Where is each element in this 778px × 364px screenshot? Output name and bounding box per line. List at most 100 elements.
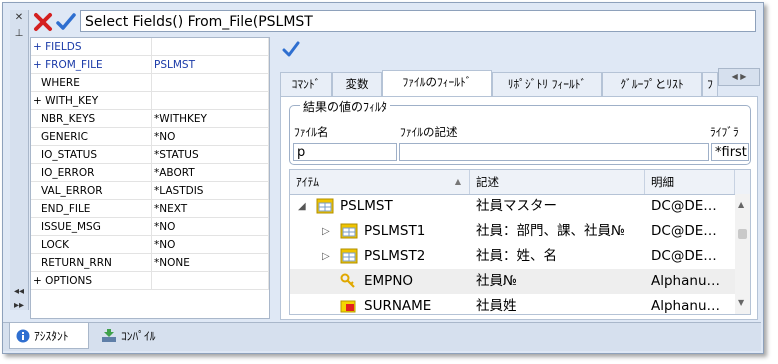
red-x-icon	[34, 13, 52, 31]
item-name: EMPNO	[364, 273, 414, 289]
property-row[interactable]: IO_STATUS *STATUS	[31, 145, 269, 164]
property-value[interactable]	[151, 73, 269, 92]
property-value[interactable]: *NO	[151, 217, 269, 236]
tab-variables[interactable]: 変数	[332, 72, 382, 96]
item-description: 社員№	[476, 273, 518, 289]
info-icon	[16, 329, 30, 343]
property-key: ISSUE_MSG	[31, 217, 152, 236]
filter-legend: 結果の値のﾌｨﾙﾀ	[300, 98, 391, 115]
tab-assistant[interactable]: ｱｼｽﾀﾝﾄ	[9, 323, 89, 349]
column-item[interactable]: ｱｲﾃﾑ ▲	[290, 170, 470, 194]
compile-icon	[102, 329, 116, 342]
property-row[interactable]: ISSUE_MSG *NO	[31, 217, 269, 236]
property-row[interactable]: RETURN_RRN *NONE	[31, 253, 269, 272]
scroll-down-icon[interactable]: ▼	[738, 298, 744, 307]
file-fields-panel: 結果の値のﾌｨﾙﾀ ﾌｧｲﾙ名 ﾌｧｲﾙの記述 ﾗｲﾌﾞﾗ p *first ｱ…	[280, 96, 758, 320]
list-header: ｱｲﾃﾑ ▲ 記述 明細	[290, 170, 750, 195]
property-key: + WITH_KEY	[31, 91, 152, 110]
property-key: RETURN_RRN	[31, 253, 152, 272]
property-value[interactable]: *LASTDIS	[151, 181, 269, 200]
item-detail: Alphanu…	[651, 298, 720, 314]
property-value[interactable]: *WITHKEY	[151, 109, 269, 128]
property-value[interactable]: *ABORT	[151, 163, 269, 182]
library-label: ﾗｲﾌﾞﾗ	[710, 125, 739, 139]
property-value[interactable]	[151, 271, 269, 290]
scroll-thumb[interactable]	[738, 229, 747, 239]
tab-strip: ｺﾏﾝﾄﾞ 変数 ﾌｧｲﾙのﾌｨｰﾙﾄﾞ ﾘﾎﾟｼﾞﾄﾘ ﾌｨｰﾙﾄﾞ ｸﾞﾙｰ…	[280, 70, 758, 96]
close-pane-icon[interactable]: ✕	[13, 12, 25, 24]
property-grid: + FIELDS + FROM_FILE PSLMST WHERE + WITH_KEY…	[30, 37, 270, 319]
property-key: END_FILE	[31, 199, 152, 218]
pin-icon[interactable]: ⊥	[13, 28, 25, 40]
property-value[interactable]: *NEXT	[151, 199, 269, 218]
property-row[interactable]: VAL_ERROR *LASTDIS	[31, 181, 269, 200]
property-value[interactable]	[151, 91, 269, 110]
property-value[interactable]: *NO	[151, 127, 269, 146]
property-row[interactable]: LOCK *NO	[31, 235, 269, 254]
library-field[interactable]: *first	[711, 143, 749, 161]
property-value[interactable]: PSLMST	[151, 55, 269, 74]
property-row[interactable]: + FIELDS	[31, 38, 269, 56]
tab-compile[interactable]: ｺﾝﾊﾟｲﾙ	[97, 323, 177, 349]
command-input[interactable]: Select Fields() From_File(PSLMST	[80, 10, 756, 32]
side-toolbar: ✕ ⊥ ◂◂ ▸▸	[10, 10, 29, 312]
property-row[interactable]: WHERE	[31, 73, 269, 92]
cancel-button[interactable]	[33, 12, 53, 32]
item-detail: DC@DE…	[651, 223, 717, 239]
list-item[interactable]: SURNAME 社員姓 Alphanu…	[290, 294, 735, 314]
item-description: 社員姓	[476, 298, 517, 314]
scroll-up-icon[interactable]: ▲	[738, 200, 744, 209]
property-key: + OPTIONS	[31, 271, 152, 290]
list-item[interactable]: ▷ PSLMST1 社員：部門、課、社員№ DC@DE…	[290, 219, 735, 244]
property-row[interactable]: NBR_KEYS *WITHKEY	[31, 109, 269, 128]
property-key: VAL_ERROR	[31, 181, 152, 200]
property-key: LOCK	[31, 235, 152, 254]
file-name-field[interactable]: p	[293, 143, 397, 161]
checkmark-icon	[282, 41, 300, 57]
property-value[interactable]: *STATUS	[151, 145, 269, 164]
list-scrollbar[interactable]: ▲ ▼	[735, 194, 750, 314]
column-description[interactable]: 記述	[470, 170, 645, 194]
property-key: NBR_KEYS	[31, 109, 152, 128]
property-row[interactable]: + FROM_FILE PSLMST	[31, 55, 269, 74]
property-table: + FIELDS + FROM_FILE PSLMST WHERE + WITH_KEY…	[31, 38, 269, 290]
property-row[interactable]: IO_ERROR *ABORT	[31, 163, 269, 182]
item-name: PSLMST1	[364, 223, 426, 239]
tab-overflow[interactable]: ﾌ	[702, 72, 718, 96]
property-value[interactable]: *NONE	[151, 253, 269, 272]
field-icon	[340, 298, 356, 314]
item-name: PSLMST2	[364, 248, 426, 264]
item-name: PSLMST	[340, 198, 393, 214]
expand-arrow-icon[interactable]: ▷	[322, 244, 330, 269]
tab-groups-lists[interactable]: ｸﾞﾙｰﾌﾟとﾘｽﾄ	[602, 72, 702, 96]
column-detail[interactable]: 明細	[645, 170, 735, 194]
property-key: WHERE	[31, 73, 152, 92]
property-key: IO_STATUS	[31, 145, 152, 164]
apply-button[interactable]	[282, 40, 300, 58]
list-item[interactable]: ◢ PSLMST 社員マスター DC@DE…	[290, 194, 735, 219]
expand-arrow-icon[interactable]: ▷	[322, 219, 330, 244]
tab-repository-fields[interactable]: ﾘﾎﾟｼﾞﾄﾘ ﾌｨｰﾙﾄﾞ	[492, 72, 602, 96]
ok-button[interactable]	[56, 12, 76, 32]
property-value[interactable]: *NO	[151, 235, 269, 254]
item-description: 社員：姓、名	[476, 248, 557, 264]
collapse-arrow-icon[interactable]: ◢	[298, 194, 306, 219]
tab-file-fields[interactable]: ﾌｧｲﾙのﾌｨｰﾙﾄﾞ	[382, 70, 492, 96]
property-key: + FIELDS	[31, 38, 152, 56]
property-row[interactable]: + WITH_KEY	[31, 91, 269, 110]
collapse-left-icon[interactable]: ◂◂	[13, 286, 25, 298]
tab-compile-label: ｺﾝﾊﾟｲﾙ	[121, 329, 156, 343]
property-row[interactable]: END_FILE *NEXT	[31, 199, 269, 218]
file-name-label: ﾌｧｲﾙ名	[294, 125, 329, 139]
item-detail: Alphanu…	[651, 273, 720, 289]
property-row[interactable]: GENERIC *NO	[31, 127, 269, 146]
item-description: 社員マスター	[476, 198, 557, 214]
tab-scroll-buttons[interactable]: ◀ ▶	[718, 68, 760, 86]
file-desc-field[interactable]	[399, 143, 709, 161]
expand-right-icon[interactable]: ▸▸	[13, 300, 25, 312]
list-item[interactable]: EMPNO 社員№ Alphanu…	[290, 269, 735, 294]
list-item[interactable]: ▷ PSLMST2 社員：姓、名 DC@DE…	[290, 244, 735, 269]
property-value[interactable]	[151, 38, 269, 56]
property-row[interactable]: + OPTIONS	[31, 271, 269, 290]
tab-commands[interactable]: ｺﾏﾝﾄﾞ	[280, 72, 332, 96]
